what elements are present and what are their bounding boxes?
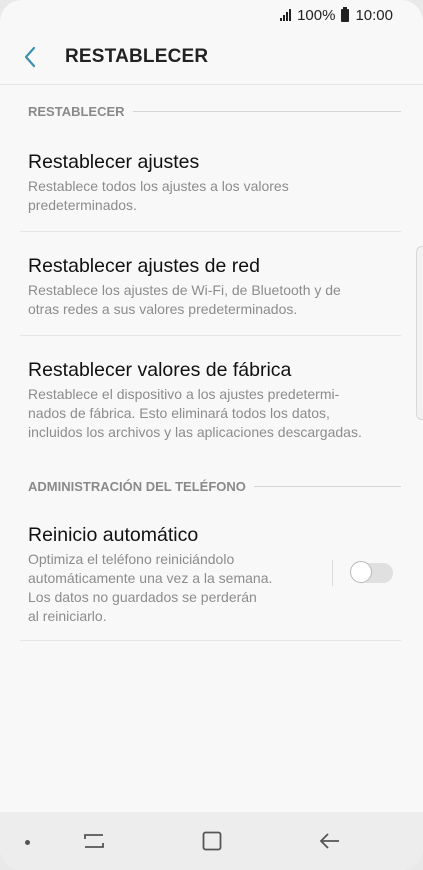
- auto-restart-toggle[interactable]: [350, 561, 393, 583]
- back-nav-icon: [319, 833, 339, 849]
- back-nav-button[interactable]: [316, 828, 344, 854]
- section-header-label: RESTABLECER: [28, 104, 125, 119]
- recent-apps-icon: [84, 834, 104, 848]
- item-subtitle-line1: Restablece los ajustes de Wi-Fi, de Blue…: [28, 282, 341, 298]
- signal-icon: [280, 9, 292, 21]
- battery-percent: 100%: [297, 6, 336, 24]
- item-title: Restablecer ajustes: [28, 151, 200, 173]
- back-button[interactable]: [0, 30, 60, 84]
- item-subtitle-line2: nados de fábrica. Esto eliminará todos l…: [28, 405, 330, 421]
- section-divider: [132, 111, 401, 112]
- item-subtitle-line2: otras redes a sus valores predeterminado…: [28, 301, 298, 317]
- item-subtitle-line1: Restablece el dispositivo a los ajustes …: [28, 386, 340, 402]
- item-subtitle-line1: Restablece todos los ajustes a los valor…: [28, 178, 289, 194]
- recent-apps-button[interactable]: [80, 828, 108, 854]
- app-bar: RESTABLECER: [0, 30, 423, 85]
- page-title: RESTABLECER: [65, 46, 209, 67]
- navigation-bar: [0, 812, 423, 870]
- reset-settings-item[interactable]: Restablecer ajustes Restablece todos los…: [20, 150, 401, 232]
- item-subtitle-line2: predeterminados.: [28, 197, 137, 213]
- item-title: Restablecer valores de fábrica: [28, 359, 292, 381]
- factory-reset-item[interactable]: Restablecer valores de fábrica Restablec…: [20, 358, 401, 448]
- section-header-administracion: ADMINISTRACIÓN DEL TELÉFONO: [28, 479, 401, 494]
- item-subtitle-line3: Los datos no guardados se perderán: [28, 589, 257, 605]
- item-divider: [20, 640, 401, 641]
- home-icon: [202, 831, 222, 851]
- item-divider: [20, 335, 401, 336]
- status-bar: 100% 10:00: [0, 0, 423, 30]
- section-header-restablecer: RESTABLECER: [28, 104, 401, 119]
- home-button[interactable]: [198, 828, 226, 854]
- section-header-label: ADMINISTRACIÓN DEL TELÉFONO: [28, 479, 246, 494]
- toggle-separator: [332, 560, 333, 586]
- auto-restart-toggle-area: [332, 560, 393, 586]
- battery-icon: [341, 6, 350, 22]
- scroll-handle[interactable]: [416, 246, 423, 420]
- nav-dot-indicator: [25, 840, 30, 845]
- phone-screen: 100% 10:00 RESTABLECER RESTABLECER Resta…: [0, 0, 423, 870]
- section-divider: [253, 486, 401, 487]
- item-subtitle-line4: al reiniciarlo.: [28, 608, 107, 624]
- toggle-knob: [350, 561, 372, 583]
- clock: 10:00: [355, 6, 393, 24]
- reset-network-settings-item[interactable]: Restablecer ajustes de red Restablece lo…: [20, 254, 401, 336]
- item-title: Reinicio automático: [28, 524, 199, 546]
- item-title: Restablecer ajustes de red: [28, 255, 260, 277]
- item-subtitle-line3: incluidos los archivos y las aplicacione…: [28, 424, 362, 440]
- back-arrow-icon: [24, 46, 36, 68]
- item-divider: [20, 231, 401, 232]
